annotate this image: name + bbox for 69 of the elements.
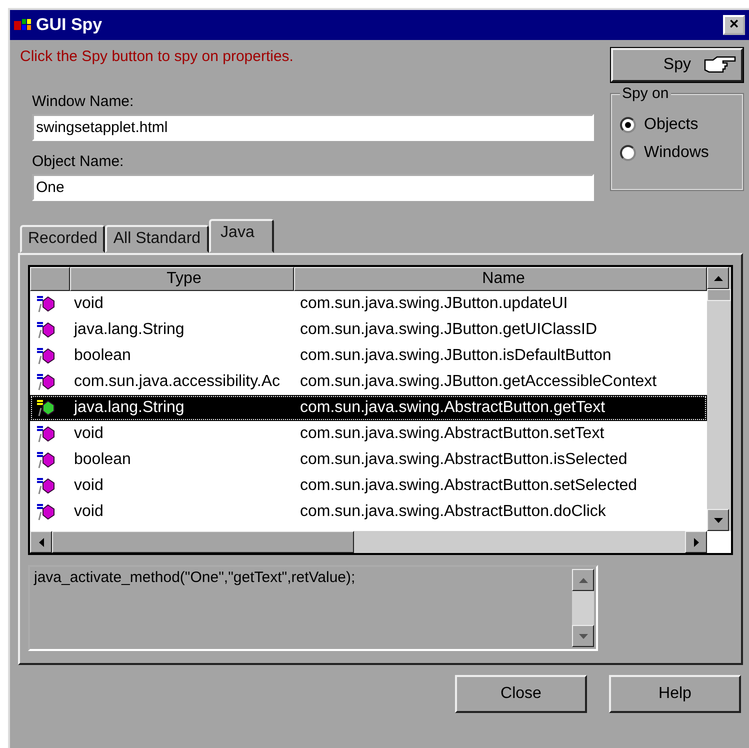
table-row[interactable]: java.lang.String com.sun.java.swing.JButton.getUIClassID xyxy=(30,317,707,343)
table-cell-text: boolean xyxy=(73,347,132,365)
spy-button[interactable]: Spy xyxy=(611,48,743,82)
table-row[interactable]: void com.sun.java.swing.AbstractButton.setSelected xyxy=(30,473,707,499)
table-cell-text: java.lang.String xyxy=(72,321,186,339)
table-row[interactable]: boolean com.sun.java.swing.AbstractButton.isSelected xyxy=(30,447,707,473)
up-arrow-icon xyxy=(578,578,588,582)
field-label: Object Name: xyxy=(32,153,125,170)
method-icon xyxy=(36,320,56,340)
close-button[interactable]: × xyxy=(723,15,745,35)
table-cell-text: void xyxy=(73,477,104,495)
right-arrow-icon xyxy=(694,538,698,546)
down-arrow-icon xyxy=(578,634,588,638)
method-icon xyxy=(36,450,56,470)
instruction-text: Click the Spy button to spy on properties. xyxy=(20,48,294,65)
table-cell-text: java.lang.String xyxy=(72,399,186,417)
scroll-thumb[interactable] xyxy=(707,289,731,301)
up-arrow-icon xyxy=(714,276,722,280)
tab[interactable]: Recorded xyxy=(20,225,106,253)
table-cell-text: com.sun.java.swing.JButton.getUIClassID xyxy=(299,321,598,339)
method-icon xyxy=(36,502,56,522)
table-cell-text: void xyxy=(73,425,104,443)
table-cell-text: boolean xyxy=(73,451,132,469)
object-name-field[interactable]: One xyxy=(32,174,594,201)
method-icon xyxy=(36,294,56,314)
table-row[interactable]: java.lang.String com.sun.java.swing.AbstractButton.getText xyxy=(30,395,707,421)
script-text: java_activate_method("One","getText",retValue); xyxy=(34,569,356,588)
script-output-box[interactable]: java_activate_method("One","getText",retValue); xyxy=(28,565,598,651)
method-icon xyxy=(36,398,56,418)
table-row[interactable]: com.sun.java.accessibility.Ac com.sun.java.swing.JButton.getAccessibleContext xyxy=(30,369,707,395)
horizontal-scrollbar[interactable] xyxy=(30,531,707,553)
table-cell-text: com.sun.java.swing.JButton.isDefaultButton xyxy=(299,347,612,365)
table-cell-text: com.sun.java.swing.AbstractButton.setText xyxy=(299,425,606,443)
tab[interactable]: Java xyxy=(208,219,274,253)
tab[interactable]: All Standard xyxy=(105,225,209,253)
table-row[interactable]: void com.sun.java.swing.AbstractButton.setText xyxy=(30,421,707,447)
table-cell-text: com.sun.java.accessibility.Ac xyxy=(73,373,281,391)
table-row[interactable]: void com.sun.java.swing.JButton.updateUI xyxy=(30,291,707,317)
table-row[interactable]: void com.sun.java.swing.AbstractButton.doClick xyxy=(30,499,707,525)
table-cell-text: void xyxy=(73,503,104,521)
group-title: Spy on xyxy=(620,85,671,102)
dialog-button[interactable]: Help xyxy=(609,675,741,713)
down-arrow-icon xyxy=(714,518,722,522)
radio-option[interactable]: Windows xyxy=(620,139,734,167)
method-icon xyxy=(36,476,56,496)
table-cell-text: com.sun.java.swing.AbstractButton.getText xyxy=(299,399,606,417)
vertical-scrollbar[interactable] xyxy=(572,569,594,647)
table-row[interactable]: boolean com.sun.java.swing.JButton.isDefaultButton xyxy=(30,343,707,369)
table-cell-text: void xyxy=(73,295,104,313)
table-cell-text: com.sun.java.swing.AbstractButton.doClick xyxy=(299,503,607,521)
method-icon xyxy=(36,424,56,444)
column-header[interactable]: Type xyxy=(70,267,294,291)
field-label: Window Name: xyxy=(32,93,135,110)
table-cell-text: com.sun.java.swing.JButton.updateUI xyxy=(299,295,569,313)
table-cell-text: com.sun.java.swing.JButton.getAccessibleContext xyxy=(299,373,658,391)
method-icon xyxy=(36,372,56,392)
window-name-field[interactable]: swingsetapplet.html xyxy=(32,114,594,141)
radio-option[interactable]: Objects xyxy=(620,111,734,139)
table-cell-text: com.sun.java.swing.AbstractButton.isSelected xyxy=(299,451,628,469)
window-title: GUI Spy xyxy=(36,15,104,35)
table-cell-text: com.sun.java.swing.AbstractButton.setSelected xyxy=(299,477,638,495)
column-header[interactable] xyxy=(30,267,70,291)
left-arrow-icon xyxy=(38,538,44,546)
vertical-scrollbar[interactable] xyxy=(707,267,731,531)
method-icon xyxy=(36,346,56,366)
scroll-thumb[interactable] xyxy=(52,531,354,553)
dialog-button[interactable]: Close xyxy=(455,675,587,713)
column-header[interactable]: Name xyxy=(294,267,707,291)
app-icon xyxy=(14,18,32,32)
